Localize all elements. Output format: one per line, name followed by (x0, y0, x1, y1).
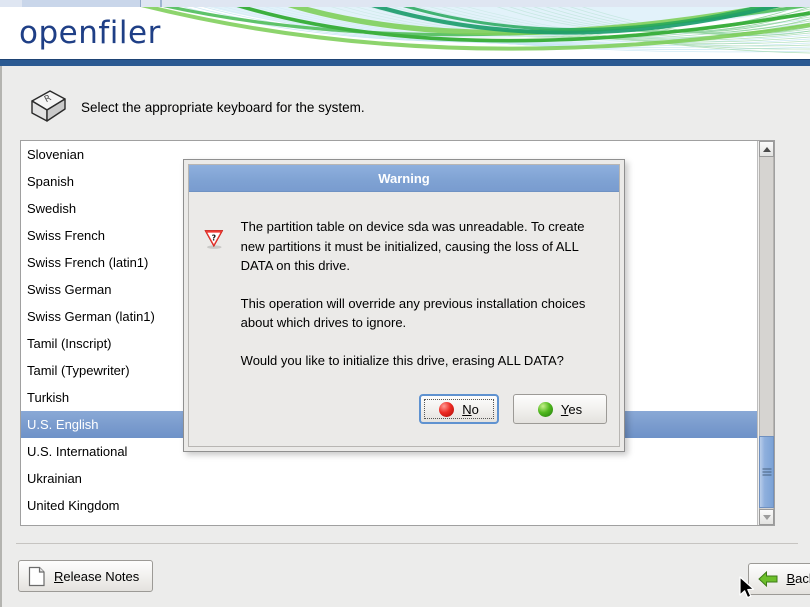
dialog-paragraph: The partition table on device sda was un… (240, 219, 585, 273)
green-circle-icon (537, 401, 553, 417)
top-strip-segment (160, 0, 162, 7)
dialog-no-button[interactable]: No (419, 394, 499, 424)
top-strip-segment (22, 0, 141, 7)
dialog-inner-frame: Warning ? The partition table on device … (188, 164, 620, 447)
focus-ring (424, 399, 494, 419)
back-label: Back (786, 571, 810, 586)
dialog-title: Warning (189, 165, 619, 192)
brand-banner: openfiler (0, 7, 810, 59)
scroll-down-button[interactable] (759, 509, 774, 525)
release-notes-label: Release Notes (54, 568, 140, 584)
keyboard-key-icon: R (31, 90, 66, 122)
grip-lines-icon (762, 467, 771, 478)
footer-divider (16, 543, 798, 544)
chevron-up-icon (762, 146, 771, 152)
document-icon (28, 566, 45, 586)
warning-question-triangle-icon: ? (204, 230, 224, 249)
scrollbar-thumb[interactable] (759, 436, 774, 508)
page-header: R Select the appropriate keyboard for th… (20, 88, 365, 126)
red-circle-icon (439, 401, 455, 417)
list-scrollbar[interactable] (757, 141, 774, 525)
list-item[interactable]: Ukrainian (21, 465, 758, 492)
dialog-message: The partition table on device sda was un… (241, 215, 601, 370)
openfiler-logo: openfiler (19, 15, 161, 51)
dialog-yes-button[interactable]: Yes (513, 394, 607, 424)
no-label: No (462, 401, 479, 417)
installer-window: openfiler R Select the appropriate keybo… (0, 0, 810, 607)
release-notes-button[interactable]: Release Notes (18, 560, 154, 592)
arrow-left-icon (758, 570, 778, 587)
window-top-strip (0, 0, 810, 7)
dialog-paragraph: This operation will override any previou… (240, 295, 586, 331)
yes-label: Yes (560, 401, 583, 417)
svg-text:?: ? (212, 233, 216, 242)
scroll-up-button[interactable] (759, 141, 774, 157)
list-item[interactable]: United Kingdom (21, 492, 758, 519)
warning-dialog: Warning ? The partition table on device … (183, 159, 625, 452)
dialog-button-row: No Yes (419, 394, 607, 424)
page-instruction: Select the appropriate keyboard for the … (81, 99, 365, 115)
back-button[interactable]: Back (747, 562, 810, 595)
dialog-paragraph: Would you like to initialize this drive,… (240, 352, 564, 368)
chevron-down-icon (762, 514, 771, 520)
